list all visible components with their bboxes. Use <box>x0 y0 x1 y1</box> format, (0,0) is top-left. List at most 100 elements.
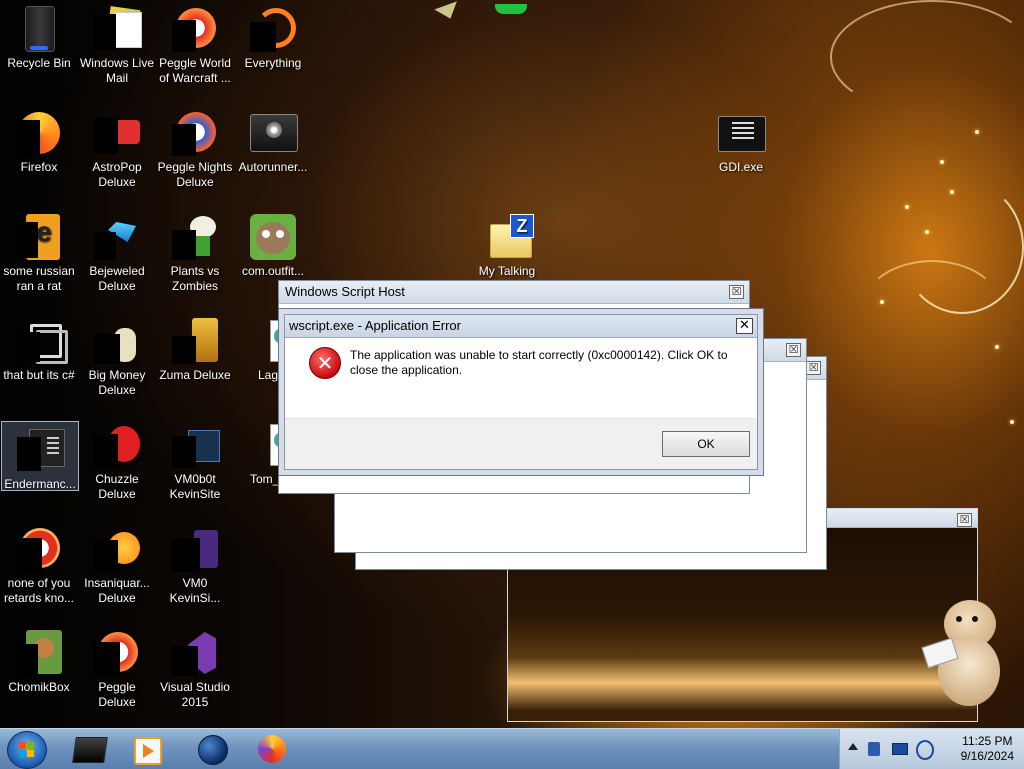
search-app-icon <box>250 6 296 52</box>
decor-arrow <box>434 1 462 23</box>
desktop-icon-chomikbox[interactable]: ChomikBox <box>0 624 78 695</box>
zuma-icon <box>172 318 218 364</box>
desktop-icon-peggle-deluxe[interactable]: Peggle Deluxe <box>78 624 156 710</box>
icon-label: VM0b0t KevinSite <box>169 472 221 501</box>
cat-icon <box>250 214 296 260</box>
desktop-icon-vm0-kevinsite[interactable]: VM0 KevinSi... <box>156 520 234 606</box>
desktop-icon-astropop[interactable]: AstroPop Deluxe <box>78 104 156 190</box>
tray-app-icon[interactable] <box>868 742 880 756</box>
volume-icon[interactable] <box>916 740 934 760</box>
game-icon <box>94 318 140 364</box>
mail-icon <box>94 6 142 52</box>
firefox-icon <box>258 735 286 763</box>
taskbar-globe[interactable] <box>186 733 240 765</box>
taskbar-media-player[interactable] <box>120 733 174 765</box>
desktop-icon-endermanch[interactable]: Endermanc... <box>1 421 79 491</box>
desktop-background: Recycle Bin Firefox e some russian ran a… <box>0 0 1024 728</box>
system-tray: 11:25 PM 9/16/2024 <box>839 729 1024 769</box>
clock[interactable]: 11:25 PM 9/16/2024 <box>961 734 1014 764</box>
desktop-icon-peggle-world-of-warcraft[interactable]: Peggle World of Warcraft ... <box>156 0 234 86</box>
terminal-icon <box>72 737 108 763</box>
plant-icon <box>172 214 218 260</box>
close-button[interactable]: ☒ <box>786 343 801 357</box>
icon-label: Bejeweled Deluxe <box>89 264 145 293</box>
icon-label: Peggle World of Warcraft ... <box>159 56 231 85</box>
decor-sparkle <box>995 345 999 349</box>
desktop-icon-my-talking[interactable]: Z My Talking <box>468 208 546 279</box>
recycle-bin-icon <box>16 6 62 52</box>
desktop-icon-recycle-bin[interactable]: Recycle Bin <box>0 0 78 71</box>
start-button[interactable] <box>7 731 47 769</box>
icon-label: Zuma Deluxe <box>159 368 231 382</box>
error-dialog[interactable]: wscript.exe - Application Error ✕ ✕ The … <box>278 308 764 476</box>
shortcut-icon <box>16 318 68 364</box>
peggle-icon <box>172 6 218 52</box>
icon-label: My Talking <box>478 264 536 278</box>
vm-icon <box>172 422 220 468</box>
icon-label: Endermanc... <box>4 477 76 491</box>
folder-zip-icon: Z <box>484 214 534 260</box>
desktop-icon-that-but-its-c[interactable]: that but its c# <box>0 312 78 383</box>
title-bar[interactable]: Windows Script Host ☒ <box>279 281 749 304</box>
decor-sparkle <box>880 300 884 304</box>
icon-label: Visual Studio 2015 <box>160 680 230 709</box>
decor-green-leds <box>495 4 527 14</box>
close-button[interactable]: ☒ <box>957 513 972 527</box>
ok-button[interactable]: OK <box>662 431 750 457</box>
decor-sparkle <box>905 205 909 209</box>
desktop-icon-none-of-you[interactable]: none of you retards kno... <box>0 520 78 606</box>
clock-date: 9/16/2024 <box>960 749 1014 763</box>
icon-label: Everything <box>244 56 302 70</box>
icon-label: Peggle Nights Deluxe <box>157 160 233 189</box>
desktop-icon-com-outfit[interactable]: com.outfit... <box>234 208 312 279</box>
desktop-icon-zuma[interactable]: Zuma Deluxe <box>156 312 234 383</box>
window-title: Windows Script Host <box>285 284 405 299</box>
desktop-icon-insaniquarium[interactable]: Insaniquar... Deluxe <box>78 520 156 606</box>
title-bar[interactable]: wscript.exe - Application Error ✕ <box>285 315 757 338</box>
decor-swirl <box>860 260 1004 364</box>
desktop-icon-big-money[interactable]: Big Money Deluxe <box>78 312 156 398</box>
desktop-icon-visual-studio[interactable]: Visual Studio 2015 <box>156 624 234 710</box>
exe-icon <box>718 110 766 156</box>
windows-logo-icon <box>19 742 35 758</box>
desktop-icon-windows-live-mail[interactable]: Windows Live Mail <box>78 0 156 86</box>
close-button[interactable]: ☒ <box>806 361 821 375</box>
desktop-icon-chuzzle[interactable]: Chuzzle Deluxe <box>78 416 156 502</box>
desktop-icon-peggle-nights[interactable]: Peggle Nights Deluxe <box>156 104 234 190</box>
desktop-icon-everything[interactable]: Everything <box>234 0 312 71</box>
globe-icon <box>198 735 228 765</box>
dialog-body: wscript.exe - Application Error ✕ ✕ The … <box>284 314 758 470</box>
icon-label: Autorunner... <box>238 160 308 174</box>
error-icon: ✕ <box>309 347 341 379</box>
app-icon <box>16 526 62 572</box>
desktop-icon-gdi-exe[interactable]: GDI.exe <box>702 104 780 175</box>
vm-icon <box>172 526 218 572</box>
game-icon <box>94 422 140 468</box>
peggle-icon <box>172 110 218 156</box>
decor-sparkle <box>925 230 929 234</box>
desktop-icon-plants-vs-zombies[interactable]: Plants vs Zombies <box>156 208 234 294</box>
decor-sparkle <box>1010 420 1014 424</box>
icon-label: ChomikBox <box>8 680 70 694</box>
decor-sparkle <box>975 130 979 134</box>
close-button[interactable]: ✕ <box>736 318 753 334</box>
icon-label: GDI.exe <box>718 160 763 174</box>
taskbar-firefox[interactable] <box>246 733 300 765</box>
media-player-icon <box>134 737 162 765</box>
icon-label: Windows Live Mail <box>79 56 155 85</box>
desktop-icon-some-russian-ran-a-rat[interactable]: e some russian ran a rat <box>0 208 78 294</box>
desktop-icon-firefox[interactable]: Firefox <box>0 104 78 175</box>
desktop-icon-bejeweled[interactable]: Bejeweled Deluxe <box>78 208 156 294</box>
taskbar-terminal[interactable] <box>62 733 116 765</box>
show-hidden-icons-icon[interactable] <box>848 743 858 750</box>
desktop-icon-vm0b0t-kevinsite[interactable]: VM0b0t KevinSite <box>156 416 234 502</box>
clock-time: 11:25 PM <box>962 734 1013 748</box>
icon-label: Insaniquar... Deluxe <box>84 576 150 605</box>
network-icon[interactable] <box>892 743 908 755</box>
close-button[interactable]: ☒ <box>729 285 744 299</box>
hamster-icon <box>16 630 62 676</box>
icon-label: VM0 KevinSi... <box>169 576 221 605</box>
desktop-icon-autorunner[interactable]: Autorunner... <box>234 104 312 175</box>
icon-label: Big Money Deluxe <box>88 368 146 397</box>
icon-label: that but its c# <box>3 368 75 382</box>
